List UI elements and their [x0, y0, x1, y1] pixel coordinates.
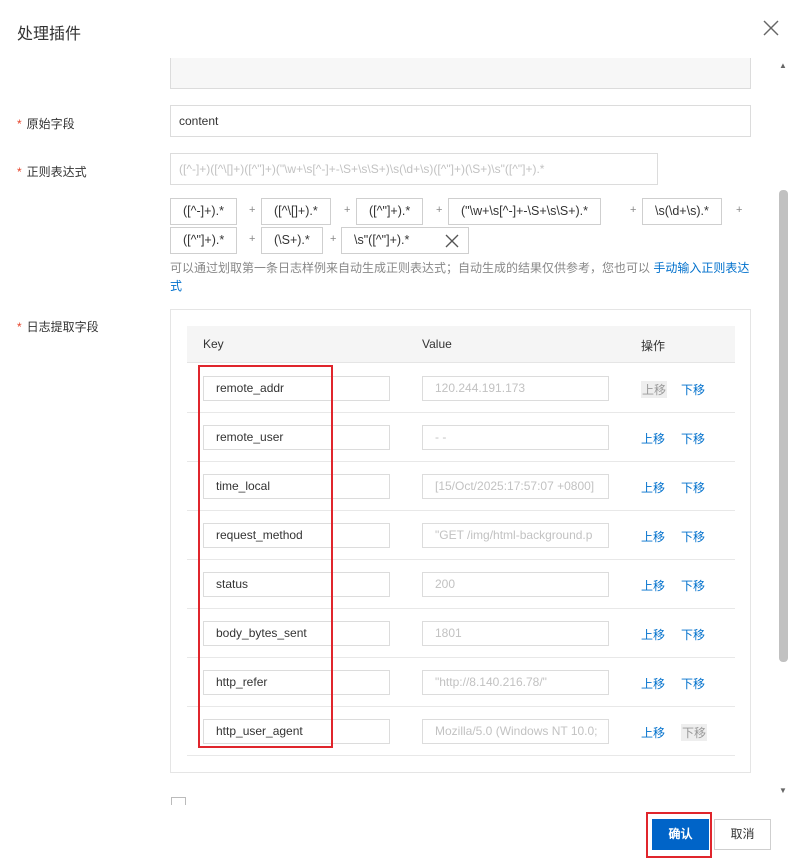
regex-token[interactable]: ([^"]+).* [356, 198, 424, 225]
regex-label: * 正则表达式 [17, 165, 87, 179]
plus-sign: + [436, 204, 443, 216]
scroll-down-icon[interactable]: ▼ [779, 786, 787, 795]
move-up-button[interactable]: 上移 [641, 675, 665, 692]
value-input: 120.244.191.173 [422, 376, 609, 401]
value-input: "http://8.140.216.78/" [422, 670, 609, 695]
plus-sign: + [630, 204, 637, 216]
value-input: "GET /img/html-background.p [422, 523, 609, 548]
move-up-button[interactable]: 上移 [641, 724, 665, 741]
regex-token[interactable]: ([^\[]+).* [261, 198, 331, 225]
cut-off-label [17, 797, 157, 805]
key-column-highlight [198, 365, 333, 748]
regex-token[interactable]: ([^-]+).* [170, 198, 237, 225]
scroll-up-icon[interactable]: ▲ [779, 61, 787, 70]
previous-field-box [170, 58, 751, 89]
cancel-button[interactable]: 取消 [714, 819, 771, 850]
value-input: [15/Oct/2025:17:57:07 +0800] [422, 474, 609, 499]
move-down-button[interactable]: 下移 [681, 479, 705, 496]
table-header: Key Value 操作 [187, 326, 735, 363]
dialog-title: 处理插件 [17, 26, 82, 43]
regex-token[interactable]: (\S+).* [261, 227, 323, 254]
regex-token[interactable]: \s(\d+\s).* [642, 198, 722, 225]
extract-fields-label: * 日志提取字段 [17, 320, 99, 334]
confirm-button-highlight [646, 812, 712, 858]
value-input: Mozilla/5.0 (Windows NT 10.0; [422, 719, 609, 744]
value-input: - - [422, 425, 609, 450]
plus-sign: + [330, 233, 337, 245]
close-icon[interactable] [760, 17, 782, 39]
move-up-button[interactable]: 上移 [641, 381, 668, 398]
move-up-button[interactable]: 上移 [641, 528, 665, 545]
move-down-button[interactable]: 下移 [681, 430, 705, 447]
move-down-button[interactable]: 下移 [681, 381, 705, 398]
move-down-button[interactable]: 下移 [681, 577, 705, 594]
value-input: 1801 [422, 621, 609, 646]
raw-field-input[interactable]: content [170, 105, 751, 137]
move-down-button[interactable]: 下移 [681, 528, 705, 545]
regex-input[interactable]: ([^-]+)([^\[]+)([^"]+)("\w+\s[^-]+-\S+\s… [170, 153, 658, 185]
move-up-button[interactable]: 上移 [641, 430, 665, 447]
regex-token[interactable]: ([^"]+).* [170, 227, 238, 254]
column-action: 操作 [641, 339, 666, 353]
move-up-button[interactable]: 上移 [641, 577, 665, 594]
move-up-button[interactable]: 上移 [641, 626, 665, 643]
raw-field-label: * 原始字段 [17, 117, 75, 131]
regex-token[interactable]: ("\w+\s[^-]+-\S+\s\S+).* [448, 198, 602, 225]
plus-sign: + [344, 204, 351, 216]
remove-token-icon[interactable] [445, 234, 459, 248]
move-down-button[interactable]: 下移 [681, 626, 705, 643]
plus-sign: + [736, 204, 743, 216]
move-down-button[interactable]: 下移 [681, 724, 708, 741]
dialog-header: 处理插件 [0, 0, 791, 58]
move-down-button[interactable]: 下移 [681, 675, 705, 692]
scrollbar-thumb[interactable] [779, 190, 788, 662]
column-value: Value [422, 337, 452, 351]
plus-sign: + [249, 233, 256, 245]
dialog-body: * 原始字段 content * 正则表达式 ([^-]+)([^\[]+)([^"… [0, 58, 776, 798]
value-input: 200 [422, 572, 609, 597]
move-up-button[interactable]: 上移 [641, 479, 665, 496]
column-key: Key [203, 337, 224, 351]
cut-off-checkbox[interactable] [171, 797, 186, 805]
regex-hint: 可以通过划取第一条日志样例来自动生成正则表达式；自动生成的结果仅供参考，您也可以… [170, 261, 750, 293]
plus-sign: + [249, 204, 256, 216]
